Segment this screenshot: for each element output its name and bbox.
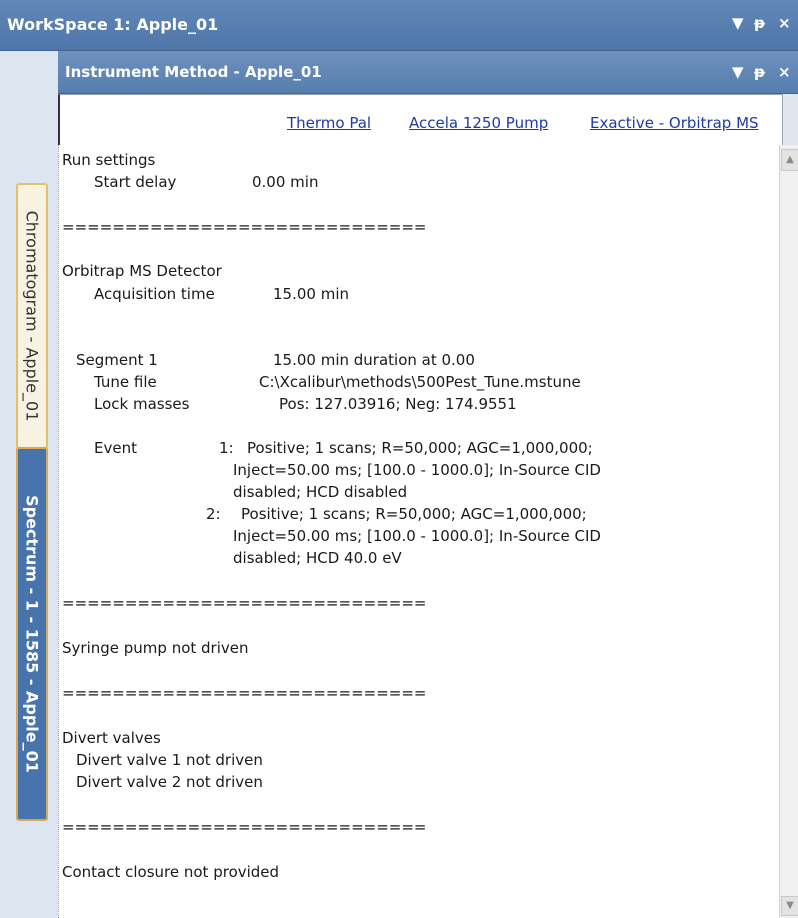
segment-label: Segment 1 xyxy=(76,351,158,369)
link-accela-pump[interactable]: Accela 1250 Pump xyxy=(409,114,548,132)
tab-spectrum-label: Spectrum - 1 - 1585 - Apple_01 xyxy=(22,495,42,773)
contact-closure-status: Contact closure not provided xyxy=(62,863,280,881)
method-close-icon[interactable]: × xyxy=(778,63,791,81)
link-thermo-pal[interactable]: Thermo Pal xyxy=(287,114,371,132)
start-delay-label: Start delay xyxy=(94,173,177,191)
link-exactive-orbitrap[interactable]: Exactive - Orbitrap MS xyxy=(590,114,759,132)
workspace-dropdown-icon[interactable]: ▼ xyxy=(732,14,744,32)
tab-chromatogram-label: Chromatogram - Apple_01 xyxy=(22,210,42,422)
event-2-number: 2: xyxy=(206,505,221,523)
event-1-line-3: disabled; HCD disabled xyxy=(233,483,408,501)
vertical-scrollbar[interactable]: ▲ ▼ xyxy=(779,145,798,918)
separator: ============================= xyxy=(62,684,427,702)
event-1-line-2: Inject=50.00 ms; [100.0 - 1000.0]; In-So… xyxy=(233,461,601,479)
detector-heading: Orbitrap MS Detector xyxy=(62,262,222,280)
event-2-line-1: Positive; 1 scans; R=50,000; AGC=1,000,0… xyxy=(241,505,587,523)
separator: ============================= xyxy=(62,594,427,612)
run-settings-heading: Run settings xyxy=(62,151,156,169)
event-1-line-1: Positive; 1 scans; R=50,000; AGC=1,000,0… xyxy=(247,439,593,457)
separator: ============================= xyxy=(62,818,427,836)
acquisition-time-label: Acquisition time xyxy=(94,285,215,303)
workspace-titlebar: WorkSpace 1: Apple_01 ▼ ᵽ × xyxy=(0,0,798,51)
method-pin-icon[interactable]: ᵽ xyxy=(754,63,765,81)
tab-spectrum[interactable]: Spectrum - 1 - 1585 - Apple_01 xyxy=(16,447,48,821)
divert-valves-heading: Divert valves xyxy=(62,729,161,747)
method-links-bar: Thermo Pal Accela 1250 Pump Exactive - O… xyxy=(58,94,783,146)
method-window-titlebar: Instrument Method - Apple_01 ▼ ᵽ × xyxy=(58,51,798,94)
event-2-line-2: Inject=50.00 ms; [100.0 - 1000.0]; In-So… xyxy=(233,527,601,545)
method-report: Run settings Start delay 0.00 min ======… xyxy=(58,145,779,918)
scroll-down-icon[interactable]: ▼ xyxy=(781,896,798,916)
tab-chromatogram[interactable]: Chromatogram - Apple_01 xyxy=(16,183,48,449)
start-delay-value: 0.00 min xyxy=(252,173,319,191)
method-dropdown-icon[interactable]: ▼ xyxy=(732,63,744,81)
event-label: Event xyxy=(94,439,137,457)
divert-valve-1-status: Divert valve 1 not driven xyxy=(76,751,263,769)
lock-masses-label: Lock masses xyxy=(94,395,190,413)
method-window-title: Instrument Method - Apple_01 xyxy=(65,63,322,81)
tune-file-value: C:\Xcalibur\methods\500Pest_Tune.mstune xyxy=(259,373,581,391)
workspace-pin-icon[interactable]: ᵽ xyxy=(754,14,765,32)
event-2-line-3: disabled; HCD 40.0 eV xyxy=(233,549,402,567)
tune-file-label: Tune file xyxy=(94,373,157,391)
separator: ============================= xyxy=(62,218,427,236)
syringe-pump-status: Syringe pump not driven xyxy=(62,639,249,657)
workspace-title: WorkSpace 1: Apple_01 xyxy=(7,15,219,34)
acquisition-time-value: 15.00 min xyxy=(273,285,349,303)
lock-masses-value: Pos: 127.03916; Neg: 174.9551 xyxy=(279,395,517,413)
segment-value: 15.00 min duration at 0.00 xyxy=(273,351,475,369)
divert-valve-2-status: Divert valve 2 not driven xyxy=(76,773,263,791)
scroll-up-icon[interactable]: ▲ xyxy=(781,149,798,171)
event-1-number: 1: xyxy=(219,439,234,457)
workspace-close-icon[interactable]: × xyxy=(778,14,791,32)
